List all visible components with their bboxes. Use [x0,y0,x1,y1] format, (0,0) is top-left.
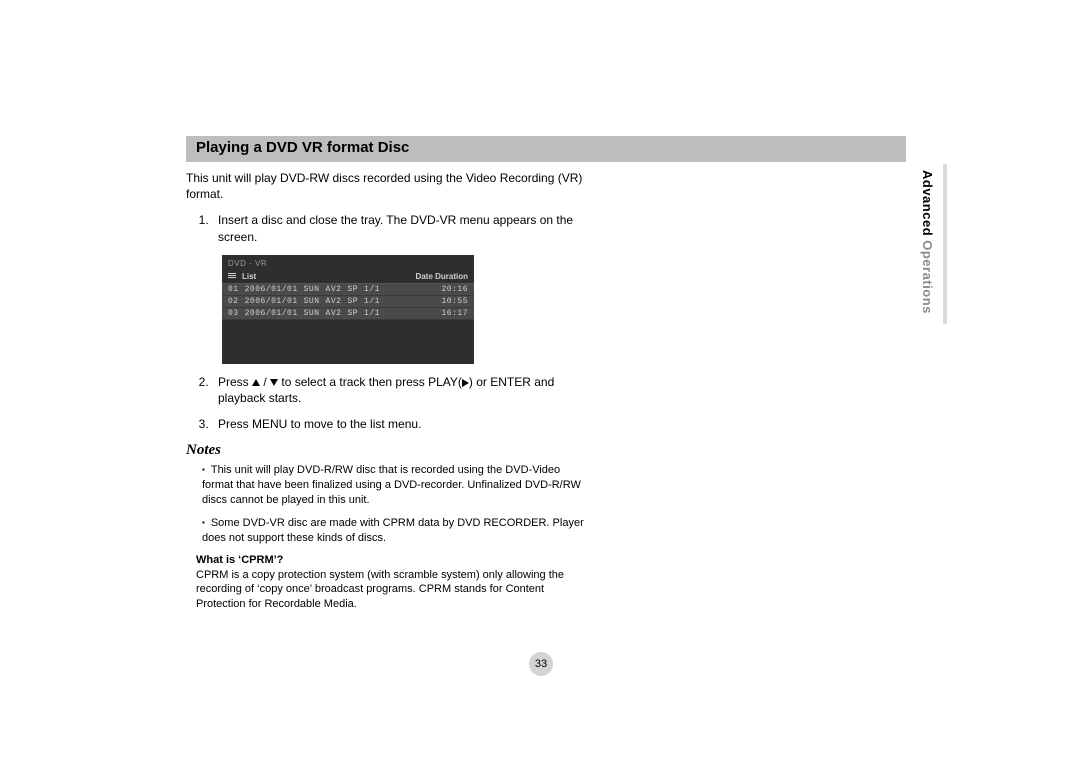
section-title: Playing a DVD VR format Disc [196,139,409,156]
side-tab-bar [943,164,947,324]
down-arrow-icon [270,379,278,386]
step-2: Press / to select a track then press PLA… [212,374,586,406]
note-1: This unit will play DVD-R/RW disc that i… [202,463,586,508]
notes-list: This unit will play DVD-R/RW disc that i… [196,463,586,545]
section-tab-bold: Advanced [920,170,935,236]
screenshot-header-left: List [242,272,256,281]
play-icon [462,379,469,387]
up-arrow-icon [252,379,260,386]
table-row: 01 2006/01/01 SUN AV2 SP 1/1 20:16 [222,284,474,296]
note-2: Some DVD-VR disc are made with CPRM data… [202,516,586,546]
cprm-body: CPRM is a copy protection system (with s… [196,568,586,613]
step-1: Insert a disc and close the tray. The DV… [212,212,586,244]
section-tab-light: Operations [920,236,935,314]
steps-list-cont: Press / to select a track then press PLA… [196,374,586,433]
intro-text: This unit will play DVD-RW discs recorde… [186,170,586,202]
table-row: 02 2006/01/01 SUN AV2 SP 1/1 10:55 [222,296,474,308]
screenshot-title: DVD - VR [222,255,474,270]
page-content: Playing a DVD VR format Disc This unit w… [186,136,906,612]
screenshot-header-right: Date Duration [416,272,468,281]
screenshot-header: List Date Duration [222,270,474,284]
steps-list: Insert a disc and close the tray. The DV… [196,212,586,244]
cprm-heading: What is ‘CPRM’? [196,554,586,566]
section-tab: Advanced Operations [920,170,935,314]
dvd-vr-menu-screenshot: DVD - VR List Date Duration 01 2006/01/0… [222,255,474,364]
notes-heading: Notes [186,442,586,459]
list-icon [228,273,236,279]
section-title-bar: Playing a DVD VR format Disc [186,136,906,162]
table-row: 03 2006/01/01 SUN AV2 SP 1/1 16:17 [222,308,474,320]
step-3: Press MENU to move to the list menu. [212,416,586,432]
page-number: 33 [529,652,553,676]
